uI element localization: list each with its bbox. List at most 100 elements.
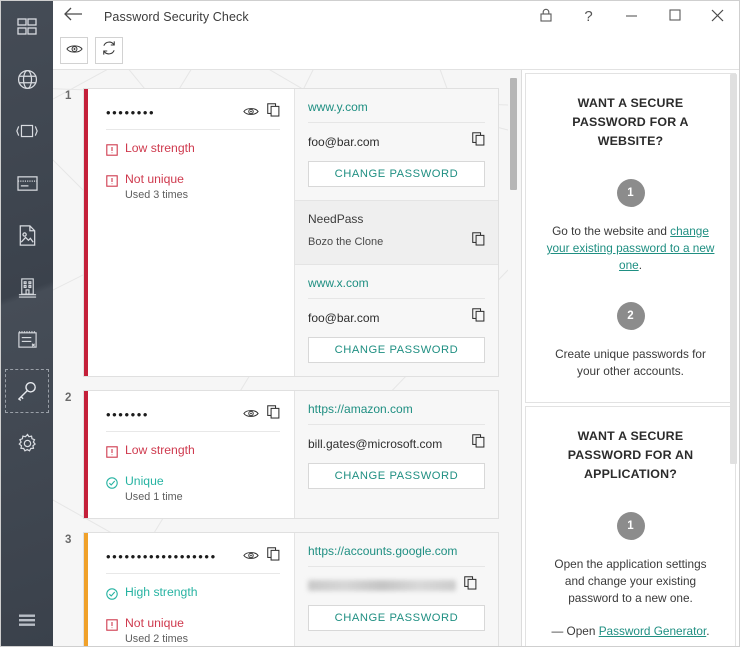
main-area: Password Security Check ? 1 •••••••• Low… (53, 1, 739, 646)
strength-flag: Low strength (106, 141, 280, 161)
sidebar-item-payment-cards[interactable] (1, 157, 53, 209)
uniqueness-flag: Not unique Used 3 times (106, 172, 280, 202)
check-circle-icon (106, 587, 118, 605)
password-card[interactable]: ••••••• Low strength Unique Used 1 time … (83, 390, 499, 519)
account-user-row: foo@bar.com (308, 132, 485, 151)
card-summary: •••••••••••••••••• High strength Not uni… (88, 533, 295, 646)
strength-flag: Low strength (106, 443, 280, 463)
show-passwords-button[interactable] (60, 37, 88, 64)
password-card-wrap: 2 ••••••• Low strength Unique Used 1 tim… (65, 390, 499, 519)
sidebar-item-dashboard[interactable] (1, 1, 53, 53)
copy-icon[interactable] (472, 232, 485, 251)
password-generator-link[interactable]: Password Generator (599, 624, 707, 638)
tip-card-application: WANT A SECURE PASSWORD FOR AN APPLICATIO… (525, 406, 736, 646)
account-app-name: NeedPass (308, 212, 364, 226)
key-icon (15, 379, 39, 403)
list-scrollbar[interactable] (510, 70, 517, 646)
account-entry: https://accounts.google.com redacted (295, 533, 498, 644)
account-user-row: bill.gates@microsoft.com (308, 434, 485, 453)
password-row: •••••••••••••••••• (106, 547, 280, 574)
change-password-button[interactable]: CHANGE PASSWORD (308, 605, 485, 631)
account-entry: NeedPass Bozo the Clone (295, 200, 498, 264)
password-card[interactable]: •••••••• Low strength Not unique Used 3 … (83, 88, 499, 377)
password-list[interactable]: 1 •••••••• Low strength Not unique Used … (53, 70, 521, 646)
notes-icon (16, 329, 39, 350)
sidebar-item-passwords[interactable] (1, 365, 53, 417)
alert-icon (106, 618, 118, 636)
password-security-check-window: Password Security Check ? 1 •••••••• Low… (0, 0, 740, 647)
copy-icon[interactable] (267, 103, 280, 122)
password-masked-value: •••••••••••••••••• (106, 549, 217, 564)
usage-count: Used 3 times (125, 189, 189, 201)
strength-flag: High strength (106, 585, 280, 605)
refresh-button[interactable] (95, 37, 123, 64)
uniqueness-label: Not unique (125, 616, 184, 630)
card-index: 1 (65, 90, 72, 102)
strength-label: High strength (125, 585, 198, 599)
account-site[interactable]: https://amazon.com (308, 402, 485, 425)
eye-icon[interactable] (243, 406, 259, 424)
change-password-button[interactable]: CHANGE PASSWORD (308, 463, 485, 489)
step-number-badge: 2 (616, 302, 645, 330)
change-password-button[interactable]: CHANGE PASSWORD (308, 161, 485, 187)
sidebar-item-images[interactable] (1, 209, 53, 261)
back-button[interactable] (53, 1, 93, 32)
card-index: 2 (65, 392, 72, 404)
help-button[interactable]: ? (567, 1, 610, 32)
arrow-left-icon (63, 7, 83, 26)
copy-icon[interactable] (472, 132, 485, 151)
uniqueness-flag: Unique Used 1 time (106, 474, 280, 504)
sidebar-item-devices[interactable] (1, 105, 53, 157)
tips-scrollbar-thumb[interactable] (730, 74, 737, 464)
account-username: redacted (308, 580, 456, 591)
toolbar (53, 32, 739, 69)
card-accounts: https://amazon.com bill.gates@microsoft.… (295, 391, 498, 518)
tip-card-website: WANT A SECURE PASSWORD FOR A WEBSITE? 1 … (525, 73, 736, 403)
sidebar-item-bank-accounts[interactable] (1, 261, 53, 313)
content-body: 1 •••••••• Low strength Not unique Used … (53, 69, 739, 646)
copy-icon[interactable] (267, 547, 280, 566)
eye-icon[interactable] (243, 548, 259, 566)
strength-label: Low strength (125, 443, 195, 457)
change-password-button[interactable]: CHANGE PASSWORD (308, 337, 485, 363)
copy-icon[interactable] (267, 405, 280, 424)
gear-icon (16, 432, 39, 455)
password-row: ••••••• (106, 405, 280, 432)
sidebar-item-notes[interactable] (1, 313, 53, 365)
eye-icon[interactable] (243, 104, 259, 122)
minimize-button[interactable] (610, 1, 653, 32)
close-button[interactable] (696, 1, 739, 32)
step-number-badge: 1 (616, 179, 645, 207)
refresh-icon (101, 40, 117, 61)
list-scrollbar-thumb[interactable] (510, 78, 517, 190)
password-card[interactable]: •••••••••••••••••• High strength Not uni… (83, 532, 499, 646)
hamburger-menu-button[interactable] (1, 594, 53, 646)
password-row-actions (243, 405, 280, 424)
copy-icon[interactable] (472, 308, 485, 327)
dashboard-icon (16, 16, 38, 38)
close-icon (711, 9, 724, 25)
copy-icon[interactable] (472, 434, 485, 453)
sidebar-item-web-protection[interactable] (1, 53, 53, 105)
maximize-button[interactable] (653, 1, 696, 32)
account-username: foo@bar.com (308, 310, 380, 325)
sidebar-item-settings[interactable] (1, 417, 53, 469)
password-masked-value: ••••••• (106, 407, 150, 422)
tip-footer-after: . (706, 624, 710, 638)
password-card-wrap: 3 •••••••••••••••••• High strength Not u… (65, 532, 499, 646)
copy-icon[interactable] (464, 576, 477, 595)
account-entry: www.x.com foo@bar.com CHANGE PASSWORD (295, 264, 498, 376)
usage-count: Used 1 time (125, 491, 183, 503)
card-accounts: www.y.com foo@bar.com CHANGE PASSWORD Ne… (295, 89, 498, 376)
account-site[interactable]: https://accounts.google.com (308, 544, 485, 567)
account-username: bill.gates@microsoft.com (308, 436, 443, 451)
password-list-pane: 1 •••••••• Low strength Not unique Used … (53, 70, 521, 646)
account-site[interactable]: www.y.com (308, 100, 485, 123)
account-site[interactable]: www.x.com (308, 276, 485, 299)
tips-pane: WANT A SECURE PASSWORD FOR A WEBSITE? 1 … (521, 70, 739, 646)
uniqueness-label: Not unique (125, 172, 184, 186)
account-entry: https://amazon.com bill.gates@microsoft.… (295, 391, 498, 502)
lock-button[interactable] (524, 1, 567, 32)
tip-step-text: Create unique passwords for your other a… (555, 347, 706, 378)
tips-scrollbar[interactable] (730, 70, 737, 646)
